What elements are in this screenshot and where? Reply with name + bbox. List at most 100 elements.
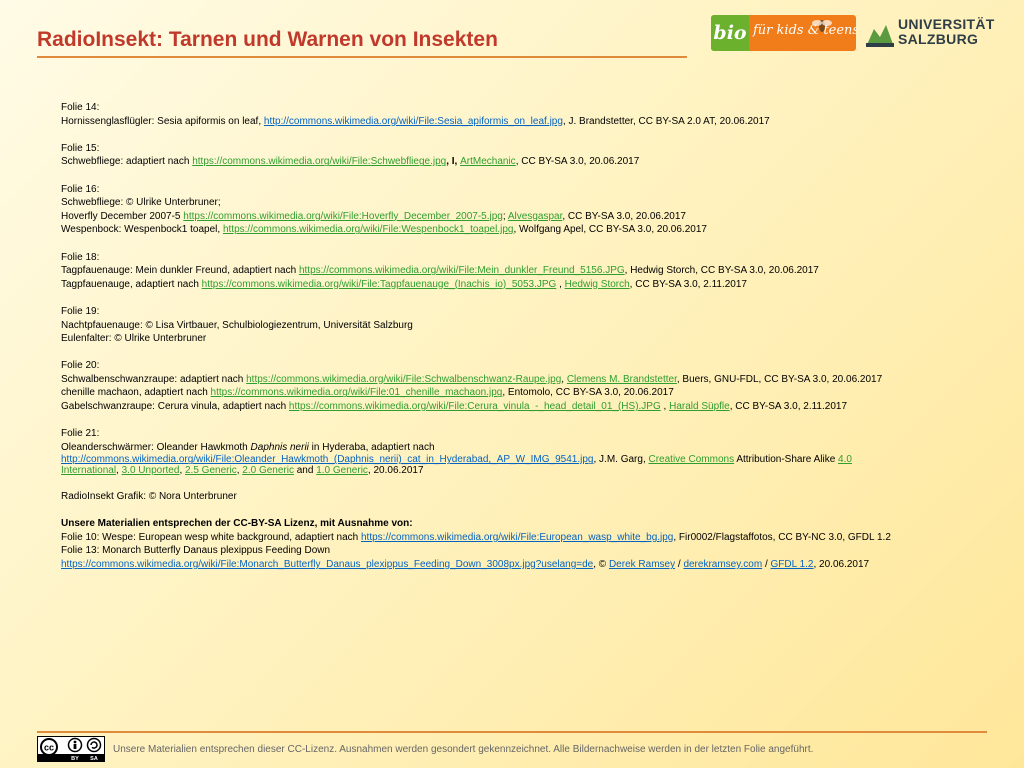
credit-text: Hoverfly December 2007-5 [61,210,184,222]
cc-by-sa-badge: cc BY SA [37,736,105,762]
title-divider [37,56,687,58]
credit-block-folie-19: Folie 19: Nachtpfauenauge: © Lisa Virtba… [61,305,961,346]
credit-line: chenille machaon, adaptiert nach https:/… [61,386,961,400]
author-link[interactable]: Derek Ramsey [609,559,675,570]
credit-block-folie-15: Folie 15: Schwebfliege: adaptiert nach h… [61,142,961,169]
credit-text: Attribution-Share Alike [734,454,839,466]
bio-logo: bio für kids & teens [711,15,856,51]
license-version-link[interactable]: 2.0 Generic [242,465,294,476]
footer-license-text: Unsere Materialien entsprechen dieser CC… [113,744,814,755]
credit-line: Schwalbenschwanzraupe: adaptiert nach ht… [61,373,961,387]
credit-text: Oleanderschwärmer: Oleander Hawkmoth [61,441,251,453]
credit-line: https://commons.wikimedia.org/wiki/File:… [61,558,961,572]
license-link[interactable]: Creative Commons [649,454,735,465]
folie-heading: Folie 15: [61,142,100,154]
source-link[interactable]: https://commons.wikimedia.org/wiki/File:… [223,224,514,235]
folie-heading: Folie 16: [61,183,100,195]
credit-text: Tagpfauenauge, adaptiert nach [61,278,202,290]
folie-heading: Folie 20: [61,360,100,372]
credit-line: Hornissenglasflügler: Sesia apiformis on… [61,115,961,129]
svg-text:cc: cc [44,743,54,753]
credit-line: Eulenfalter: © Ulrike Unterbruner [61,333,207,345]
university-name-line2: SALZBURG [898,31,979,47]
credit-line: Tagpfauenauge: Mein dunkler Freund, adap… [61,264,961,278]
folie-heading: Folie 21: [61,428,100,440]
university-name: UNIVERSITÄT SALZBURG [898,17,995,47]
credit-text: , J. Brandstetter, CC BY-SA 2.0 AT, 20.0… [562,115,770,127]
credit-separator: / [762,559,771,570]
credit-line: Folie 10: Wespe: European wesp white bac… [61,531,961,545]
credit-line: Gabelschwanzraupe: Cerura vinula, adapti… [61,400,961,414]
bio-logo-tagline: für kids & teens [753,23,856,38]
credit-separator: , I, [446,156,461,168]
credit-text: , CC BY-SA 3.0, 20.06.2017 [562,210,686,222]
page-title: RadioInsekt: Tarnen und Warnen von Insek… [37,28,498,51]
license-version-link[interactable]: 1.0 Generic [316,465,368,476]
source-link[interactable]: https://commons.wikimedia.org/wiki/File:… [192,156,446,167]
credit-text: , CC BY-SA 3.0, 2.11.2017 [629,278,747,290]
credit-text: , J.M. Garg, [593,454,649,466]
credit-block-folie-18: Folie 18: Tagpfauenauge: Mein dunkler Fr… [61,251,961,292]
species-name: Daphnis nerii [250,441,309,453]
credit-text: Wespenbock: Wespenbock1 toapel, [61,224,223,236]
credit-text: Gabelschwanzraupe: Cerura vinula, adapti… [61,401,289,413]
credit-block-folie-21: Folie 21: Oleanderschwärmer: Oleander Ha… [61,427,961,476]
university-logo: UNIVERSITÄT SALZBURG [866,17,994,51]
credit-block-folie-20: Folie 20: Schwalbenschwanzraupe: adaptie… [61,359,961,413]
credit-line: Hoverfly December 2007-5 https://commons… [61,210,961,224]
credit-block-exceptions: Unsere Materialien entsprechen der CC-BY… [61,517,961,571]
source-link[interactable]: https://commons.wikimedia.org/wiki/File:… [299,265,625,276]
author-link[interactable]: ArtMechanic [460,156,516,167]
credit-text: , 20.06.2017 [813,559,870,570]
credit-line: RadioInsekt Grafik: © Nora Unterbruner [61,491,237,503]
folie-heading: Folie 14: [61,102,100,113]
credit-text: , Buers, GNU-FDL, CC BY-SA 3.0, 20.06.20… [676,373,883,385]
website-link[interactable]: derekramsey.com [683,559,762,570]
folie-heading: Folie 18: [61,251,100,263]
university-emblem-icon [866,25,894,47]
credit-separator: , [660,401,670,413]
credit-text: , Wolfgang Apel, CC BY-SA 3.0, 20.06.201… [513,224,707,236]
insect-icon [812,20,832,32]
credit-text: , Fir0002/Flagstaffotos, CC BY-NC 3.0, G… [673,531,891,543]
credit-text: , Entomolo, CC BY-SA 3.0, 20.06.2017 [502,387,674,399]
source-link[interactable]: https://commons.wikimedia.org/wiki/File:… [246,374,561,385]
cc-by-label: BY [71,756,79,761]
credit-line: Schwebfliege: © Ulrike Unterbruner; [61,197,221,209]
source-link[interactable]: https://commons.wikimedia.org/wiki/File:… [202,279,557,290]
source-link[interactable]: https://commons.wikimedia.org/wiki/File:… [211,387,503,398]
source-link[interactable]: https://commons.wikimedia.org/wiki/File:… [361,532,673,543]
author-link[interactable]: Alvesgaspar [508,211,562,222]
cc-license-icon: cc BY SA [38,737,104,761]
credit-block-folie-14: Folie 14: Hornissenglasflügler: Sesia ap… [61,101,961,128]
source-link[interactable]: https://commons.wikimedia.org/wiki/File:… [289,401,661,412]
author-link[interactable]: Hedwig Storch [565,279,630,290]
source-link[interactable]: http://commons.wikimedia.org/wiki/File:O… [61,454,593,465]
license-link[interactable]: GFDL 1.2 [771,559,814,570]
license-version-link[interactable]: 2.5 Generic [185,465,237,476]
credit-text: , Hedwig Storch, CC BY-SA 3.0, 20.06.201… [624,265,819,277]
credit-text: , 20.06.2017 [367,465,424,477]
credit-text: , © [593,559,609,570]
exceptions-heading: Unsere Materialien entsprechen der CC-BY… [61,518,413,530]
credit-text: chenille machaon, adaptiert nach [61,387,211,399]
source-link[interactable]: http://commons.wikimedia.org/wiki/File:S… [264,116,563,127]
credit-line: Folie 13: Monarch Butterfly Danaus plexi… [61,545,331,557]
credit-line: Oleanderschwärmer: Oleander Hawkmoth Dap… [61,441,961,455]
credit-text: Folie 10: Wespe: European wesp white bac… [61,531,361,543]
source-link[interactable]: https://commons.wikimedia.org/wiki/File:… [183,211,503,222]
credit-line: Wespenbock: Wespenbock1 toapel, https://… [61,223,961,237]
author-link[interactable]: Clemens M. Brandstetter [567,374,677,385]
folie-heading: Folie 19: [61,305,100,317]
author-link[interactable]: Harald Süpfle [669,401,730,412]
source-link[interactable]: https://commons.wikimedia.org/wiki/File:… [61,559,593,570]
credit-text: Hornissenglasflügler: Sesia apiformis on… [61,115,264,127]
credit-line: Tagpfauenauge, adaptiert nach https://co… [61,278,961,292]
credit-line: Schwebfliege: adaptiert nach https://com… [61,155,961,169]
credits-content: Folie 14: Hornissenglasflügler: Sesia ap… [61,101,961,585]
license-version-link[interactable]: 3.0 Unported [122,465,180,476]
credit-text: in Hyderaba, adaptiert nach [308,441,435,453]
footer-divider [37,731,987,733]
bio-logo-mark: bio [711,15,749,51]
credit-line: Nachtpfauenauge: © Lisa Virtbauer, Schul… [61,319,413,331]
